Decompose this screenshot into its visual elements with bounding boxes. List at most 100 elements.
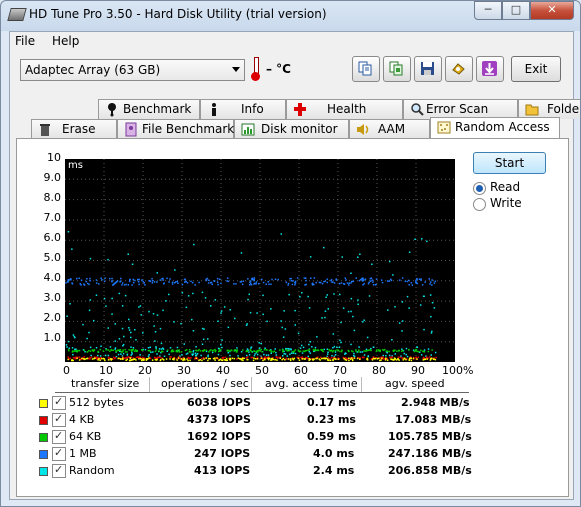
data-point [234,349,236,351]
data-point [376,357,379,360]
data-point [168,353,170,356]
data-point [327,353,329,355]
data-point [271,278,273,281]
series-checkbox[interactable] [52,395,66,410]
data-point [357,299,359,301]
data-point [366,336,369,339]
speaker-icon [357,124,369,135]
speed-value: 2.948 MB/s [401,396,470,409]
data-point [119,349,122,351]
data-point [227,326,230,329]
save-button[interactable] [414,56,442,82]
write-radio[interactable] [473,198,486,211]
tab-health[interactable]: Health [286,99,403,119]
data-point [339,293,341,296]
data-point [201,291,204,294]
read-radio[interactable] [473,182,486,195]
data-point [190,357,192,359]
data-point [253,279,255,282]
data-point [430,332,433,334]
tab-random-access[interactable]: Random Access [430,117,560,139]
menu-bar: File Help [10,32,573,52]
data-point [133,350,136,352]
data-point [239,281,242,283]
data-point [405,353,407,356]
data-point [100,345,102,347]
data-point [433,358,435,360]
data-point [270,283,272,285]
copy-screenshot-button[interactable] [383,56,411,82]
data-point [200,354,202,357]
data-point [201,359,203,362]
tab-info[interactable]: Info [200,99,286,119]
minimize-button[interactable]: ─ [474,1,502,20]
start-button[interactable]: Start [473,152,546,174]
data-point [267,354,270,356]
tab-label: Error Scan [426,102,489,116]
column-header: transfer size [71,377,140,390]
data-point [171,283,174,285]
data-point [303,277,306,279]
tab-error-scan[interactable]: Error Scan [403,99,518,119]
series-checkbox[interactable] [52,446,66,461]
close-button[interactable]: ✕ [530,1,574,20]
exit-button[interactable]: Exit [511,56,561,82]
data-point [261,351,263,353]
toolbar: Adaptec Array (63 GB) – °C Exit [10,53,573,87]
data-point [89,299,92,301]
menu-help[interactable]: Help [52,34,79,48]
data-point [338,346,341,348]
data-point [284,328,287,330]
tab-erase[interactable]: Erase [31,119,117,139]
data-point [377,349,380,351]
data-point [90,354,92,357]
data-point [169,278,171,280]
iops-value: 4373 IOPS [187,413,251,426]
random-access-panel: 10 9.0 8.0 7.0 6.0 5.0 4.0 3.0 2.0 1.0 m… [16,138,569,497]
download-button[interactable] [476,56,504,82]
data-point [325,296,327,298]
data-point [367,355,369,357]
data-point [309,352,312,354]
close-icon: ✕ [547,3,557,16]
data-point [191,318,193,321]
data-point [427,348,430,350]
tab-benchmark[interactable]: Benchmark [98,99,200,119]
data-point [348,357,350,359]
menu-file[interactable]: File [15,34,35,48]
maximize-button[interactable]: □ [502,1,530,20]
data-point [220,312,222,314]
data-point [127,253,129,255]
tab-folder-usage[interactable]: Folder Usage [518,99,580,119]
data-point [85,280,88,283]
data-point [374,357,376,360]
data-point [403,357,405,360]
data-point [67,231,70,233]
tab-file-benchmark[interactable]: File Benchmark [117,119,234,139]
data-point [288,349,291,352]
series-checkbox[interactable] [52,429,66,444]
data-point [397,356,400,358]
series-checkbox[interactable] [52,412,66,427]
data-point [392,274,394,276]
data-point [179,355,181,357]
data-point [287,358,290,360]
tab-disk-monitor[interactable]: Disk monitor [234,119,349,139]
title-bar[interactable]: HD Tune Pro 3.50 - Hard Disk Utility (tr… [1,1,580,29]
copy-info-button[interactable] [352,56,380,82]
data-point [417,356,419,359]
data-point [203,328,205,330]
drive-select[interactable]: Adaptec Array (63 GB) [20,59,245,81]
data-point [189,359,191,362]
data-point [292,280,294,282]
tab-aam[interactable]: AAM [349,119,430,139]
series-checkbox[interactable] [52,463,66,478]
options-button[interactable] [445,56,473,82]
data-point [181,354,183,356]
data-point [120,358,122,360]
data-point [74,350,77,352]
data-point [314,346,317,349]
data-point [218,278,221,280]
data-point [345,359,348,361]
data-point [294,352,297,355]
